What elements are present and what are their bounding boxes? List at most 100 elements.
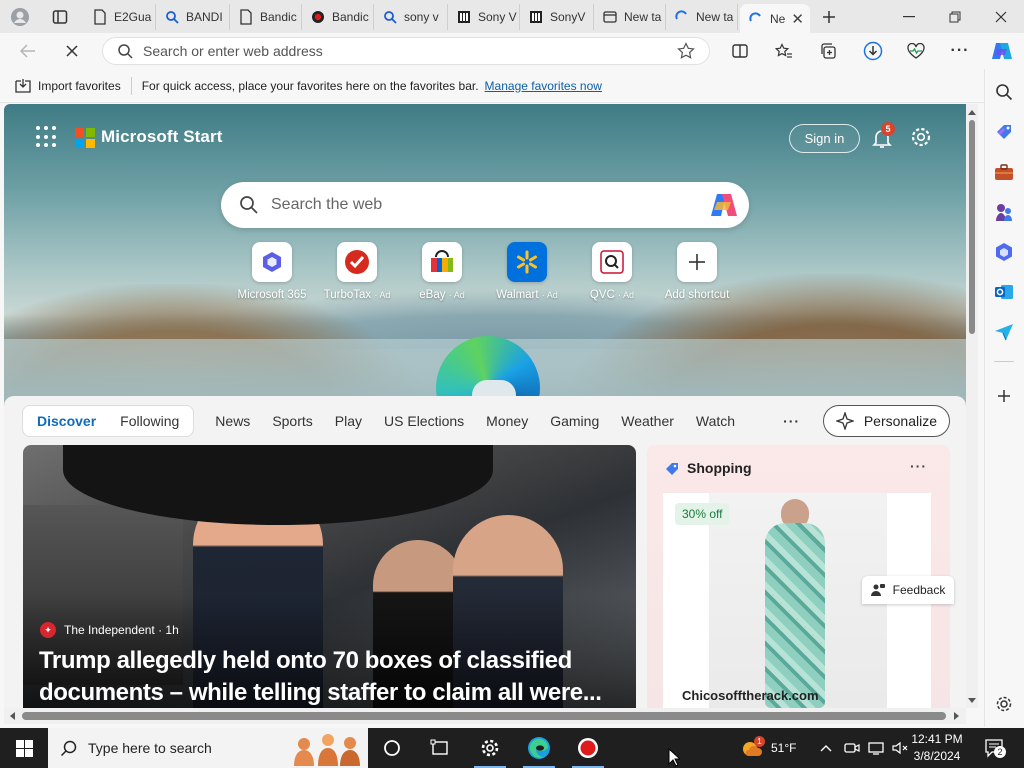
taskbar-settings-app[interactable] <box>466 728 514 768</box>
shopping-tag-icon[interactable] <box>993 121 1015 143</box>
weather-temperature[interactable]: 51°F <box>771 741 796 755</box>
scroll-thumb[interactable] <box>22 712 946 720</box>
tab-play[interactable]: Play <box>324 413 373 429</box>
shopping-tag-icon <box>666 463 678 475</box>
cortana-button[interactable] <box>368 728 416 768</box>
tab-7[interactable]: New ta <box>594 4 666 30</box>
new-tab-page: Microsoft Start Sign in 5 Search the web… <box>4 104 966 708</box>
outlook-icon[interactable] <box>993 281 1015 303</box>
tab-8[interactable]: New ta <box>666 4 738 30</box>
tab-title: BANDI <box>186 10 223 24</box>
collections-button[interactable] <box>814 38 842 64</box>
network-icon[interactable] <box>868 741 885 755</box>
manage-favorites-link[interactable]: Manage favorites now <box>485 79 602 93</box>
favorite-star-icon[interactable] <box>677 42 695 60</box>
stop-loading-button[interactable] <box>58 38 86 64</box>
feedback-button[interactable]: Feedback <box>862 576 954 604</box>
close-window-button[interactable] <box>978 0 1024 33</box>
add-shortcut-button[interactable]: Add shortcut <box>652 242 742 301</box>
story-headline[interactable]: Trump allegedly held onto 70 boxes of cl… <box>39 645 629 708</box>
meet-now-icon[interactable] <box>844 741 861 755</box>
horizontal-scrollbar[interactable] <box>4 708 966 724</box>
personalize-button[interactable]: Personalize <box>822 405 950 437</box>
tab-discover[interactable]: Discover <box>25 413 108 429</box>
tab-actions-button[interactable] <box>46 4 74 30</box>
record-icon <box>578 738 598 758</box>
favorites-button[interactable] <box>770 38 798 64</box>
tab-active[interactable]: Ne ✕ <box>740 4 810 33</box>
clock[interactable]: 12:41 PM 3/8/2024 <box>904 731 970 765</box>
tab-watch[interactable]: Watch <box>685 413 746 429</box>
tab-news[interactable]: News <box>204 413 261 429</box>
scroll-thumb[interactable] <box>969 120 975 334</box>
add-sidebar-app-icon[interactable] <box>993 385 1015 407</box>
more-tabs-button[interactable]: ··· <box>772 413 811 429</box>
taskbar-bandicam-app[interactable] <box>564 728 612 768</box>
feedback-label: Feedback <box>892 583 946 597</box>
address-bar[interactable]: Search or enter web address <box>102 37 710 65</box>
split-screen-icon <box>732 44 748 58</box>
shortcut-label: eBay <box>419 289 446 301</box>
top-story-card[interactable]: ✦ The Independent · 1h Trump allegedly h… <box>23 445 636 708</box>
chevron-up-icon[interactable] <box>820 744 832 752</box>
import-favorites-button[interactable]: Import favorites <box>14 78 121 94</box>
tab-2[interactable]: Bandic <box>230 4 302 30</box>
split-screen-button[interactable] <box>726 38 754 64</box>
tab-5[interactable]: Sony V <box>448 4 520 30</box>
minimize-button[interactable] <box>886 0 932 33</box>
microsoft365-icon[interactable] <box>993 241 1015 263</box>
restore-icon <box>949 11 961 22</box>
performance-button[interactable] <box>902 38 930 64</box>
shortcut-turbotax[interactable]: TurboTax · Ad <box>312 242 402 301</box>
games-icon[interactable] <box>993 201 1015 223</box>
tab-0[interactable]: E2Gua <box>84 4 156 30</box>
copilot-icon[interactable] <box>709 191 739 219</box>
tab-4[interactable]: sony v <box>374 4 448 30</box>
brand-title[interactable]: Microsoft Start <box>101 127 222 147</box>
page-settings-icon[interactable] <box>910 126 932 148</box>
shortcut-ebay[interactable]: eBay · Ad <box>397 242 487 301</box>
card-more-options-icon[interactable]: ··· <box>910 458 927 474</box>
tab-gaming[interactable]: Gaming <box>539 413 610 429</box>
sidebar-search-icon[interactable] <box>993 81 1015 103</box>
scroll-up-icon[interactable] <box>966 107 978 117</box>
tools-icon[interactable] <box>993 161 1015 183</box>
tab-1[interactable]: BANDI <box>156 4 230 30</box>
sign-in-button[interactable]: Sign in <box>789 124 860 153</box>
copilot-button[interactable] <box>988 38 1016 64</box>
profile-icon <box>11 8 29 26</box>
product-image-dress[interactable] <box>709 493 887 708</box>
downloads-button[interactable] <box>859 38 887 64</box>
tab-following[interactable]: Following <box>108 413 191 429</box>
drop-icon[interactable] <box>993 321 1015 343</box>
restore-button[interactable] <box>932 0 978 33</box>
vertical-scrollbar[interactable] <box>966 104 978 708</box>
sidebar-settings-icon[interactable] <box>993 693 1015 715</box>
store-name[interactable]: Chicosofftherack.com <box>682 688 819 703</box>
profile-avatar[interactable] <box>6 4 34 30</box>
scroll-down-icon[interactable] <box>966 696 978 706</box>
tab-sports[interactable]: Sports <box>261 413 323 429</box>
back-button[interactable] <box>14 38 42 64</box>
new-tab-button[interactable] <box>815 4 843 30</box>
taskbar-edge-app[interactable] <box>515 728 563 768</box>
web-search-box[interactable]: Search the web <box>221 182 749 228</box>
shortcut-qvc[interactable]: QVC · Ad <box>567 242 657 301</box>
shortcut-walmart[interactable]: Walmart · Ad <box>482 242 572 301</box>
shortcut-microsoft365[interactable]: Microsoft 365 <box>227 242 317 301</box>
app-launcher-icon[interactable] <box>36 126 58 148</box>
tab-3[interactable]: Bandic <box>302 4 374 30</box>
close-tab-icon[interactable]: ✕ <box>791 10 804 28</box>
import-icon <box>15 78 31 93</box>
tab-weather[interactable]: Weather <box>610 413 685 429</box>
tab-6[interactable]: SonyV <box>520 4 594 30</box>
scroll-left-icon[interactable] <box>7 710 17 722</box>
taskbar-search-box[interactable]: Type here to search <box>48 728 368 768</box>
scroll-right-icon[interactable] <box>952 710 962 722</box>
settings-more-button[interactable]: ··· <box>946 38 974 64</box>
tab-us-elections[interactable]: US Elections <box>373 413 475 429</box>
action-center-button[interactable]: 2 <box>984 738 1006 758</box>
start-button[interactable] <box>0 728 48 768</box>
tab-money[interactable]: Money <box>475 413 539 429</box>
task-view-button[interactable] <box>416 728 464 768</box>
